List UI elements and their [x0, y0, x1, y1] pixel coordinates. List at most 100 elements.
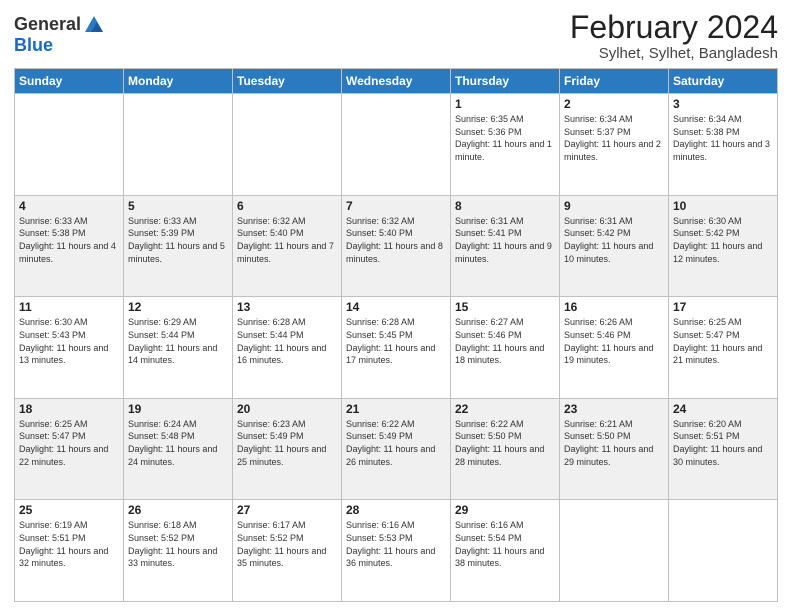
day-info: Sunrise: 6:35 AM Sunset: 5:36 PM Dayligh…: [455, 113, 555, 163]
table-cell: 5 Sunrise: 6:33 AM Sunset: 5:39 PM Daylig…: [124, 195, 233, 297]
day-number: 20: [237, 402, 337, 416]
table-cell: 10 Sunrise: 6:30 AM Sunset: 5:42 PM Dayli…: [669, 195, 778, 297]
day-number: 9: [564, 199, 664, 213]
table-cell: 14Sunrise: 6:28 AM Sunset: 5:45 PM Dayli…: [342, 297, 451, 399]
main-title: February 2024: [570, 10, 778, 45]
logo-blue-text: Blue: [14, 35, 53, 55]
day-number: 15: [455, 300, 555, 314]
table-cell: 24 Sunrise: 6:20 AM Sunset: 5:51 PM Dayli…: [669, 398, 778, 500]
table-cell: 12Sunrise: 6:29 AM Sunset: 5:44 PM Dayli…: [124, 297, 233, 399]
day-info: Sunrise: 6:24 AM Sunset: 5:48 PM Dayligh…: [128, 418, 228, 468]
day-info: Sunrise: 6:34 AM Sunset: 5:38 PM Dayligh…: [673, 113, 773, 163]
day-number: 10: [673, 199, 773, 213]
day-number: 4: [19, 199, 119, 213]
day-number: 11: [19, 300, 119, 314]
day-number: 21: [346, 402, 446, 416]
calendar-row: 11 Sunrise: 6:30 AM Sunset: 5:43 PM Dayli…: [15, 297, 778, 399]
table-cell: 8Sunrise: 6:31 AM Sunset: 5:41 PM Daylig…: [451, 195, 560, 297]
table-cell: 13 Sunrise: 6:28 AM Sunset: 5:44 PM Dayli…: [233, 297, 342, 399]
day-number: 26: [128, 503, 228, 517]
day-info: Sunrise: 6:30 AM Sunset: 5:43 PM Dayligh…: [19, 316, 119, 366]
table-cell: 9 Sunrise: 6:31 AM Sunset: 5:42 PM Daylig…: [560, 195, 669, 297]
col-saturday: Saturday: [669, 69, 778, 94]
day-info: Sunrise: 6:28 AM Sunset: 5:45 PM Dayligh…: [346, 316, 446, 366]
table-cell: 2Sunrise: 6:34 AM Sunset: 5:37 PM Daylig…: [560, 94, 669, 196]
table-cell: 7 Sunrise: 6:32 AM Sunset: 5:40 PM Daylig…: [342, 195, 451, 297]
table-cell: 22 Sunrise: 6:22 AM Sunset: 5:50 PM Dayli…: [451, 398, 560, 500]
col-friday: Friday: [560, 69, 669, 94]
table-cell: 21 Sunrise: 6:22 AM Sunset: 5:49 PM Dayli…: [342, 398, 451, 500]
day-number: 27: [237, 503, 337, 517]
table-cell: 1 Sunrise: 6:35 AM Sunset: 5:36 PM Daylig…: [451, 94, 560, 196]
col-tuesday: Tuesday: [233, 69, 342, 94]
day-number: 1: [455, 97, 555, 111]
day-number: 28: [346, 503, 446, 517]
table-cell: 4 Sunrise: 6:33 AM Sunset: 5:38 PM Daylig…: [15, 195, 124, 297]
day-info: Sunrise: 6:19 AM Sunset: 5:51 PM Dayligh…: [19, 519, 119, 569]
header: General Blue February 2024 Sylhet, Sylhe…: [14, 10, 778, 62]
day-number: 3: [673, 97, 773, 111]
table-cell: 20 Sunrise: 6:23 AM Sunset: 5:49 PM Dayli…: [233, 398, 342, 500]
day-info: Sunrise: 6:32 AM Sunset: 5:40 PM Dayligh…: [237, 215, 337, 265]
day-number: 19: [128, 402, 228, 416]
calendar-row: 1 Sunrise: 6:35 AM Sunset: 5:36 PM Daylig…: [15, 94, 778, 196]
table-cell: 11 Sunrise: 6:30 AM Sunset: 5:43 PM Dayli…: [15, 297, 124, 399]
day-info: Sunrise: 6:33 AM Sunset: 5:39 PM Dayligh…: [128, 215, 228, 265]
day-number: 2: [564, 97, 664, 111]
day-number: 13: [237, 300, 337, 314]
table-cell: 28 Sunrise: 6:16 AM Sunset: 5:53 PM Dayli…: [342, 500, 451, 602]
table-cell: [124, 94, 233, 196]
logo-icon: [83, 14, 105, 36]
day-number: 5: [128, 199, 228, 213]
day-number: 7: [346, 199, 446, 213]
header-row: Sunday Monday Tuesday Wednesday Thursday…: [15, 69, 778, 94]
title-block: February 2024 Sylhet, Sylhet, Bangladesh: [570, 10, 778, 62]
table-cell: [15, 94, 124, 196]
logo-general-text: General: [14, 15, 81, 35]
day-number: 23: [564, 402, 664, 416]
day-number: 6: [237, 199, 337, 213]
day-info: Sunrise: 6:21 AM Sunset: 5:50 PM Dayligh…: [564, 418, 664, 468]
day-info: Sunrise: 6:23 AM Sunset: 5:49 PM Dayligh…: [237, 418, 337, 468]
table-cell: [560, 500, 669, 602]
subtitle: Sylhet, Sylhet, Bangladesh: [570, 45, 778, 62]
day-info: Sunrise: 6:22 AM Sunset: 5:49 PM Dayligh…: [346, 418, 446, 468]
table-cell: 6 Sunrise: 6:32 AM Sunset: 5:40 PM Daylig…: [233, 195, 342, 297]
calendar-row: 4 Sunrise: 6:33 AM Sunset: 5:38 PM Daylig…: [15, 195, 778, 297]
table-cell: [233, 94, 342, 196]
day-number: 18: [19, 402, 119, 416]
table-cell: 23 Sunrise: 6:21 AM Sunset: 5:50 PM Dayli…: [560, 398, 669, 500]
day-number: 22: [455, 402, 555, 416]
day-number: 24: [673, 402, 773, 416]
table-cell: 15Sunrise: 6:27 AM Sunset: 5:46 PM Dayli…: [451, 297, 560, 399]
logo: General Blue: [14, 14, 105, 56]
calendar-row: 18 Sunrise: 6:25 AM Sunset: 5:47 PM Dayli…: [15, 398, 778, 500]
col-sunday: Sunday: [15, 69, 124, 94]
col-wednesday: Wednesday: [342, 69, 451, 94]
day-info: Sunrise: 6:28 AM Sunset: 5:44 PM Dayligh…: [237, 316, 337, 366]
day-info: Sunrise: 6:20 AM Sunset: 5:51 PM Dayligh…: [673, 418, 773, 468]
day-info: Sunrise: 6:32 AM Sunset: 5:40 PM Dayligh…: [346, 215, 446, 265]
day-info: Sunrise: 6:16 AM Sunset: 5:53 PM Dayligh…: [346, 519, 446, 569]
day-number: 16: [564, 300, 664, 314]
table-cell: 26 Sunrise: 6:18 AM Sunset: 5:52 PM Dayli…: [124, 500, 233, 602]
day-info: Sunrise: 6:31 AM Sunset: 5:42 PM Dayligh…: [564, 215, 664, 265]
calendar-row: 25Sunrise: 6:19 AM Sunset: 5:51 PM Dayli…: [15, 500, 778, 602]
table-cell: 29Sunrise: 6:16 AM Sunset: 5:54 PM Dayli…: [451, 500, 560, 602]
day-number: 8: [455, 199, 555, 213]
day-info: Sunrise: 6:33 AM Sunset: 5:38 PM Dayligh…: [19, 215, 119, 265]
col-monday: Monday: [124, 69, 233, 94]
day-info: Sunrise: 6:25 AM Sunset: 5:47 PM Dayligh…: [19, 418, 119, 468]
table-cell: [342, 94, 451, 196]
day-info: Sunrise: 6:25 AM Sunset: 5:47 PM Dayligh…: [673, 316, 773, 366]
day-info: Sunrise: 6:16 AM Sunset: 5:54 PM Dayligh…: [455, 519, 555, 569]
day-info: Sunrise: 6:30 AM Sunset: 5:42 PM Dayligh…: [673, 215, 773, 265]
day-info: Sunrise: 6:29 AM Sunset: 5:44 PM Dayligh…: [128, 316, 228, 366]
table-cell: 17Sunrise: 6:25 AM Sunset: 5:47 PM Dayli…: [669, 297, 778, 399]
day-info: Sunrise: 6:26 AM Sunset: 5:46 PM Dayligh…: [564, 316, 664, 366]
day-info: Sunrise: 6:17 AM Sunset: 5:52 PM Dayligh…: [237, 519, 337, 569]
day-info: Sunrise: 6:18 AM Sunset: 5:52 PM Dayligh…: [128, 519, 228, 569]
table-cell: 3 Sunrise: 6:34 AM Sunset: 5:38 PM Daylig…: [669, 94, 778, 196]
day-info: Sunrise: 6:22 AM Sunset: 5:50 PM Dayligh…: [455, 418, 555, 468]
table-cell: 16 Sunrise: 6:26 AM Sunset: 5:46 PM Dayli…: [560, 297, 669, 399]
